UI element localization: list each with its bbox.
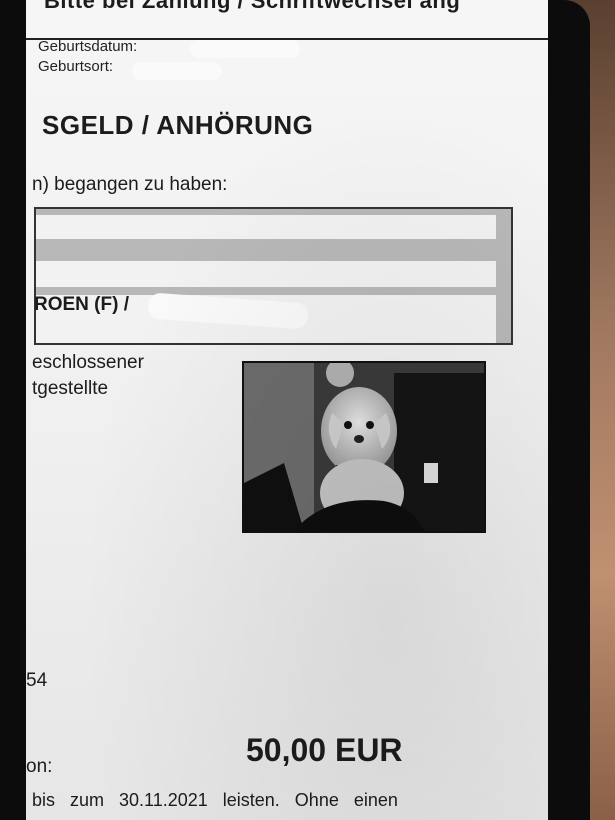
birthdate-label: Geburtsdatum:	[38, 38, 138, 55]
side-text-line-1: eschlossener	[32, 352, 144, 373]
phone-screen: Bitte bei Zahlung / Schriftwechsel ang G…	[26, 0, 548, 820]
birthplace-label: Geburtsort:	[38, 58, 114, 75]
redaction-birthplace	[132, 62, 222, 80]
payment-deadline: bis zum 30.11.2021 leisten. Ohne einen	[32, 790, 398, 810]
fine-amount: 50,00 EUR	[246, 732, 403, 768]
document-header: Bitte bei Zahlung / Schriftwechsel ang	[44, 0, 461, 13]
payment-label: on:	[26, 756, 53, 777]
vehicle-make: ROEN (F) /	[34, 294, 129, 315]
document-title: SGELD / ANHÖRUNG	[42, 110, 314, 140]
side-text-line-2: tgestellte	[32, 378, 109, 399]
redaction-birthdate	[190, 40, 300, 58]
speed-camera-photo	[242, 361, 486, 533]
phone-frame: Bitte bei Zahlung / Schriftwechsel ang G…	[0, 0, 590, 820]
fine-notice-document: Bitte bei Zahlung / Schriftwechsel ang G…	[26, 0, 548, 820]
dog-driver-image	[244, 363, 484, 531]
offense-intro: n) begangen zu haben:	[32, 174, 228, 195]
reference-number: 54	[26, 670, 48, 691]
